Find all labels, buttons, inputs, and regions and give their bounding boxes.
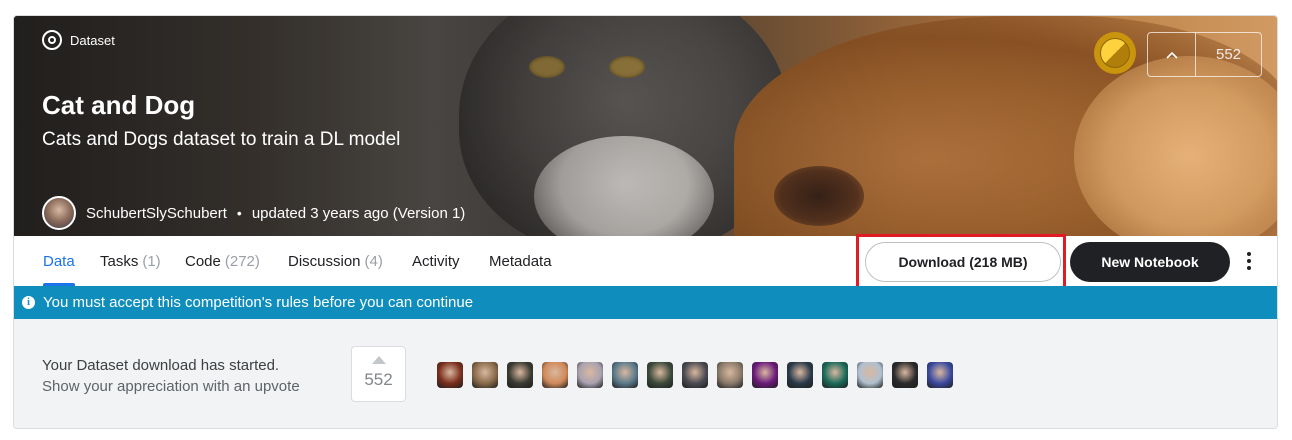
upvote-button[interactable] — [1148, 33, 1196, 76]
voter-avatar[interactable] — [612, 362, 638, 388]
rules-banner-text: You must accept this competition's rules… — [43, 294, 474, 311]
appreciation-panel: Your Dataset download has started. Show … — [14, 319, 1277, 428]
tab-code-count: (272) — [224, 252, 260, 270]
voter-avatar[interactable] — [927, 362, 953, 388]
dataset-card: Dataset Cat and Dog Cats and Dogs datase… — [13, 15, 1278, 429]
dataset-header-image: Dataset Cat and Dog Cats and Dogs datase… — [14, 16, 1277, 236]
tab-data[interactable]: Data — [43, 236, 75, 286]
upvote-box-count: 552 — [364, 370, 393, 389]
tab-discussion-label: Discussion — [288, 252, 361, 270]
voter-avatar[interactable] — [892, 362, 918, 388]
voter-avatar[interactable] — [822, 362, 848, 388]
chevron-up-icon — [1165, 51, 1178, 59]
info-icon: i — [22, 296, 35, 309]
tab-data-label: Data — [43, 252, 75, 270]
appreciation-prompt: Show your appreciation with an upvote — [42, 378, 300, 395]
tab-activity-label: Activity — [412, 252, 460, 270]
tab-tasks-label: Tasks — [100, 252, 139, 270]
tab-activity[interactable]: Activity — [412, 236, 460, 286]
dataset-icon — [42, 30, 62, 50]
upvote-box-button[interactable]: 552 — [351, 346, 406, 402]
tab-tasks[interactable]: Tasks (1) — [100, 236, 161, 286]
voter-avatar[interactable] — [542, 362, 568, 388]
dataset-type-text: Dataset — [70, 32, 115, 48]
tab-tasks-count: (1) — [142, 252, 161, 270]
voter-avatars — [437, 362, 953, 388]
tab-discussion-count: (4) — [364, 252, 383, 270]
voter-avatar[interactable] — [647, 362, 673, 388]
tab-code-label: Code — [185, 252, 221, 270]
tab-metadata[interactable]: Metadata — [489, 236, 552, 286]
medal-icon — [1094, 32, 1136, 74]
tab-metadata-label: Metadata — [489, 252, 552, 270]
triangle-up-icon — [372, 356, 386, 364]
voter-avatar[interactable] — [752, 362, 778, 388]
voter-avatar[interactable] — [437, 362, 463, 388]
voter-avatar[interactable] — [507, 362, 533, 388]
owner-avatar[interactable] — [42, 196, 76, 230]
owner-info: SchubertSlySchubert • updated 3 years ag… — [42, 196, 465, 230]
tab-discussion[interactable]: Discussion (4) — [288, 236, 383, 286]
voter-avatar[interactable] — [717, 362, 743, 388]
update-info: updated 3 years ago (Version 1) — [251, 204, 466, 222]
upvote-widget: 552 — [1147, 32, 1262, 77]
page-subtitle: Cats and Dogs dataset to train a DL mode… — [42, 129, 401, 150]
page-title: Cat and Dog — [42, 90, 196, 120]
separator-dot: • — [236, 205, 242, 221]
new-notebook-button[interactable]: New Notebook — [1070, 242, 1230, 282]
download-button[interactable]: Download (218 MB) — [865, 242, 1061, 282]
voter-avatar[interactable] — [682, 362, 708, 388]
download-started-text: Your Dataset download has started. — [42, 357, 280, 374]
voter-avatar[interactable] — [787, 362, 813, 388]
rules-banner: i You must accept this competition's rul… — [14, 286, 1277, 319]
voter-avatar[interactable] — [472, 362, 498, 388]
tab-code[interactable]: Code (272) — [185, 236, 260, 286]
voter-avatar[interactable] — [577, 362, 603, 388]
dataset-type-label: Dataset — [42, 30, 115, 50]
owner-name-link[interactable]: SchubertSlySchubert — [86, 205, 227, 222]
upvote-count: 552 — [1215, 46, 1242, 63]
voter-avatar[interactable] — [857, 362, 883, 388]
more-options-icon[interactable] — [1239, 246, 1259, 276]
